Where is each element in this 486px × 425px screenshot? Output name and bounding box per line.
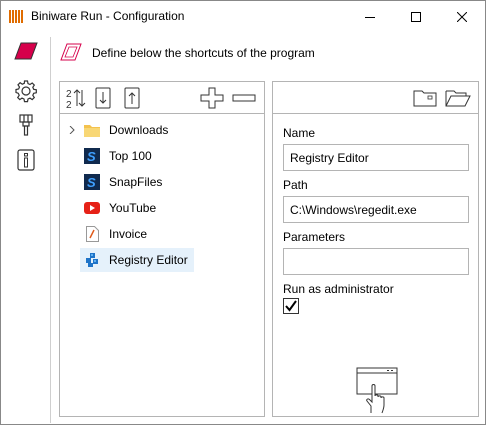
tree-item-top100[interactable]: S Top 100 [80,144,192,168]
svg-text:2: 2 [66,100,72,109]
nav-shortcuts[interactable] [13,38,39,64]
maximize-icon [411,11,421,22]
close-icon [457,11,467,22]
minimize-button[interactable] [347,1,393,32]
move-down-icon [95,87,111,109]
move-down-button[interactable] [95,87,111,109]
nav-about[interactable] [13,147,39,173]
snapfiles-icon: S [84,148,100,164]
remove-icon [232,94,256,102]
tree-item-downloads[interactable]: Downloads [80,118,192,142]
sort-az-icon: 2 2 [66,89,86,109]
folder-icon [84,122,100,138]
open-folder-icon [445,90,471,107]
move-up-icon [124,87,140,109]
name-label: Name [283,126,316,140]
shortcut-parallelogram-icon [14,42,38,60]
sort-button[interactable]: 2 2 [66,87,86,109]
move-up-button[interactable] [124,87,140,109]
tree-item-registry-editor[interactable]: Registry Editor [80,248,194,272]
pdf-document-icon [84,226,100,242]
gear-icon [15,80,37,103]
info-icon [17,149,35,171]
expand-arrow-icon[interactable] [69,125,77,135]
add-shortcut-button[interactable] [200,87,224,109]
folder-icon [413,90,437,107]
tree-item-label: Downloads [109,123,169,137]
snapfiles-icon: S [84,174,100,190]
tree-item-label: YouTube [109,201,157,215]
window-click-icon [356,367,398,414]
shortcuts-panel: 2 2 Downloads S Top 100 S SnapFiles YouT… [59,81,265,417]
header-shortcut-icon [60,43,82,61]
minimize-icon [365,16,375,18]
run-shortcut-button[interactable] [355,366,401,414]
open-folder-button[interactable] [445,87,471,109]
nav-separator [50,37,51,423]
header-description: Define below the shortcuts of the progra… [92,46,315,60]
tree-toolbar: 2 2 [60,82,264,114]
nav-settings[interactable] [13,78,39,104]
tree-item-youtube[interactable]: YouTube [80,196,192,220]
name-field[interactable] [283,144,469,171]
browse-folder-button[interactable] [413,87,437,109]
tree-item-label: Top 100 [109,149,152,163]
nav-cleanup[interactable] [13,112,39,138]
config-window: Biniware Run - Configuration Define belo… [0,0,486,425]
tree-item-invoice[interactable]: Invoice [80,222,192,246]
admin-checkbox[interactable] [283,298,299,314]
path-field[interactable] [283,196,469,223]
tree-item-snapfiles[interactable]: S SnapFiles [80,170,192,194]
svg-text:S: S [87,149,96,164]
tree-item-label: SnapFiles [109,175,163,189]
youtube-icon [84,200,100,216]
remove-shortcut-button[interactable] [232,87,256,109]
admin-label: Run as administrator [283,282,394,296]
svg-text:S: S [87,175,96,190]
maximize-button[interactable] [393,1,439,32]
window-title: Biniware Run - Configuration [31,9,185,23]
tree-item-label: Invoice [109,227,148,241]
app-icon [9,10,25,23]
parameters-label: Parameters [283,230,346,244]
title-bar: Biniware Run - Configuration [1,1,485,32]
checkmark-icon [285,300,297,312]
svg-text:2: 2 [66,89,72,100]
registry-editor-icon [84,252,100,268]
side-nav [1,32,51,424]
path-label: Path [283,178,308,192]
properties-panel: Name Path Parameters Run as administrato… [272,81,479,417]
tree-item-label: Registry Editor [109,253,188,267]
parameters-field[interactable] [283,248,469,275]
properties-toolbar [273,82,478,114]
brush-icon [19,114,33,136]
close-button[interactable] [439,1,485,32]
add-icon [200,87,224,109]
